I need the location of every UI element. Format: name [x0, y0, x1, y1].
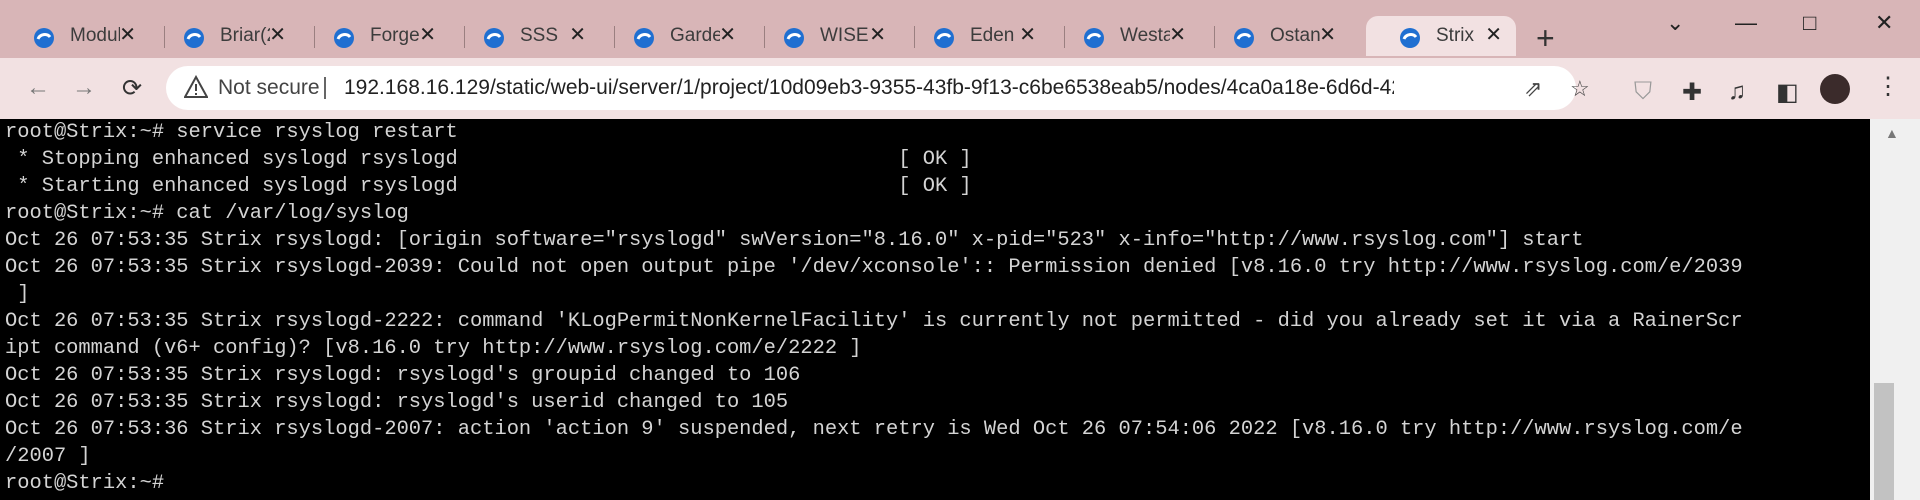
terminal-line: * Stopping enhanced syslogd rsyslogd [ O…: [5, 148, 972, 171]
terminal-line: /2007 ]: [5, 445, 91, 468]
scroll-up-icon[interactable]: ▲: [1885, 125, 1899, 141]
tab-label: WISE: [820, 25, 869, 46]
scrollbar[interactable]: ▲: [1870, 119, 1920, 500]
tab-label: Westal: [1120, 25, 1170, 46]
tab-briar[interactable]: Briar(2 ✕: [150, 16, 300, 56]
browser-toolbar: ← → ⟳ Not secure 192.168.16.129/static/w…: [0, 58, 1920, 119]
close-icon[interactable]: ✕: [1019, 23, 1036, 47]
new-tab-button[interactable]: +: [1536, 20, 1555, 56]
terminal-line: Oct 26 07:53:36 Strix rsyslogd-2007: act…: [5, 418, 1743, 441]
close-icon[interactable]: ✕: [869, 23, 886, 47]
terminal-line: root@Strix:~# service rsyslog restart: [5, 121, 458, 144]
url-text[interactable]: 192.168.16.129/static/web-ui/server/1/pr…: [344, 76, 1394, 100]
browser-tab-icon: [184, 28, 204, 48]
tab-eden[interactable]: Eden ✕: [900, 16, 1050, 56]
browser-tab-icon: [934, 28, 954, 48]
browser-tab-icon: [784, 28, 804, 48]
scrollbar-thumb[interactable]: [1874, 383, 1894, 500]
tab-strip: Modul ✕ Briar(2 ✕ Forger ✕ SSS ✕ Garder …: [0, 0, 1920, 58]
side-panel-icon[interactable]: ◧: [1776, 78, 1799, 107]
back-icon[interactable]: ←: [26, 74, 50, 102]
browser-tab-icon: [1234, 28, 1254, 48]
browser-tab-icon: [334, 28, 354, 48]
terminal-line: root@Strix:~#: [5, 472, 165, 495]
close-icon[interactable]: ✕: [1169, 23, 1186, 47]
tab-label: Modul: [70, 25, 120, 46]
terminal-line: Oct 26 07:53:35 Strix rsyslogd: [origin …: [5, 229, 1584, 252]
browser-tab-icon: [484, 28, 504, 48]
terminal-line: * Starting enhanced syslogd rsyslogd [ O…: [5, 175, 972, 198]
browser-tab-icon: [1084, 28, 1104, 48]
terminal-line: root@Strix:~# cat /var/log/syslog: [5, 202, 409, 225]
close-icon[interactable]: ✕: [569, 23, 586, 47]
address-bar[interactable]: Not secure 192.168.16.129/static/web-ui/…: [166, 66, 1590, 110]
terminal-line: Oct 26 07:53:35 Strix rsyslogd: rsyslogd…: [5, 391, 789, 414]
tab-wise[interactable]: WISE ✕: [750, 16, 900, 56]
terminal-line: ]: [5, 283, 30, 306]
bookmark-star-icon[interactable]: ☆: [1570, 76, 1590, 102]
maximize-icon[interactable]: □: [1803, 10, 1816, 36]
reload-icon[interactable]: ⟳: [122, 74, 142, 103]
close-icon[interactable]: ✕: [269, 23, 286, 47]
profile-avatar[interactable]: [1820, 74, 1850, 104]
tab-label: Strix: [1436, 25, 1474, 46]
tab-label: Ostani: [1270, 25, 1320, 46]
close-icon[interactable]: ✕: [1319, 23, 1336, 47]
close-icon[interactable]: ✕: [1485, 23, 1502, 47]
tab-forger[interactable]: Forger ✕: [300, 16, 450, 56]
warning-icon[interactable]: [184, 75, 208, 99]
browser-tab-icon: [1400, 28, 1420, 48]
tab-westal[interactable]: Westal ✕: [1050, 16, 1200, 56]
security-status[interactable]: Not secure: [218, 76, 320, 100]
browser-chrome: Modul ✕ Briar(2 ✕ Forger ✕ SSS ✕ Garder …: [0, 0, 1920, 119]
tab-modul[interactable]: Modul ✕: [0, 16, 150, 56]
terminal-line: Oct 26 07:53:35 Strix rsyslogd-2222: com…: [5, 310, 1743, 333]
tab-sss[interactable]: SSS ✕: [450, 16, 600, 56]
terminal-output[interactable]: root@Strix:~# service rsyslog restart * …: [0, 119, 1870, 500]
tab-ostani[interactable]: Ostani ✕: [1200, 16, 1350, 56]
close-icon[interactable]: ✕: [719, 23, 736, 47]
minimize-icon[interactable]: —: [1735, 10, 1757, 36]
terminal-line: Oct 26 07:53:35 Strix rsyslogd: rsyslogd…: [5, 364, 801, 387]
tab-label: Forger: [370, 25, 420, 46]
tab-label: Garder: [670, 25, 720, 46]
shield-extension-icon[interactable]: ⛉: [1634, 78, 1652, 106]
tab-label: SSS: [520, 25, 559, 46]
forward-icon[interactable]: →: [72, 74, 96, 102]
close-icon[interactable]: ✕: [419, 23, 436, 47]
browser-tab-icon: [34, 28, 54, 48]
browser-tab-icon: [634, 28, 654, 48]
tab-label: Briar(2: [220, 25, 270, 46]
tab-garden[interactable]: Garder ✕: [600, 16, 750, 56]
terminal-line: Oct 26 07:53:35 Strix rsyslogd-2039: Cou…: [5, 256, 1743, 279]
menu-icon[interactable]: ⋮: [1876, 72, 1900, 101]
close-window-icon[interactable]: ✕: [1875, 10, 1893, 36]
extensions-icon[interactable]: ✚: [1682, 78, 1702, 107]
media-control-icon[interactable]: ♫: [1728, 78, 1746, 106]
tab-strix[interactable]: Strix ✕: [1366, 16, 1516, 56]
share-icon[interactable]: ⇗: [1524, 76, 1542, 102]
tab-search-icon[interactable]: ⌄: [1666, 10, 1684, 36]
omnibox-divider: [324, 77, 326, 99]
tab-label: Eden: [970, 25, 1015, 46]
close-icon[interactable]: ✕: [119, 23, 136, 47]
terminal-line: ipt command (v6+ config)? [v8.16.0 try h…: [5, 337, 862, 360]
